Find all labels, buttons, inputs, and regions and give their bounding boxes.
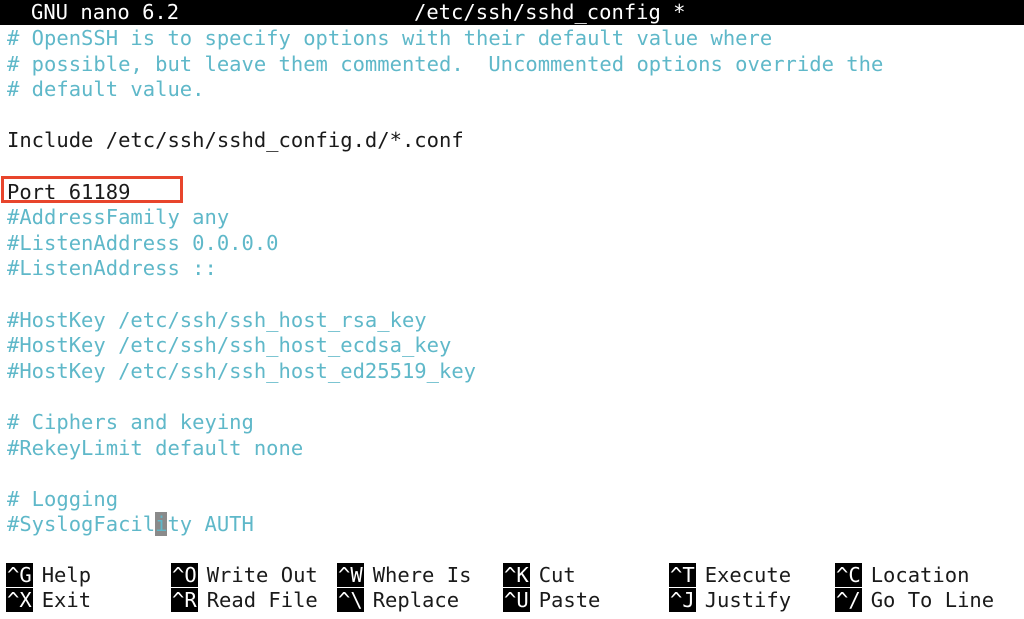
config-line[interactable]: Include /etc/ssh/sshd_config.d/*.conf xyxy=(7,128,883,154)
comment-line[interactable]: #ListenAddress :: xyxy=(7,256,883,282)
comment-line[interactable]: # default value. xyxy=(7,77,883,103)
shortcut-key: ^C xyxy=(835,563,862,587)
shortcut-location[interactable]: ^C Location xyxy=(835,563,969,588)
shortcut-label: Where Is xyxy=(372,563,472,587)
shortcut-cut[interactable]: ^K Cut xyxy=(503,563,576,588)
shortcut-label: Replace xyxy=(372,588,460,612)
shortcut-write-out[interactable]: ^O Write Out xyxy=(171,563,318,588)
shortcut-label: Exit xyxy=(41,588,92,612)
shortcut-label: Location xyxy=(870,563,970,587)
shortcut-read-file[interactable]: ^R Read File xyxy=(171,588,318,613)
shortcut-where-is[interactable]: ^W Where Is xyxy=(337,563,471,588)
text-cursor: i xyxy=(155,512,168,537)
shortcut-key: ^O xyxy=(171,563,198,587)
line-text: #SyslogFacil xyxy=(7,512,156,537)
shortcut-label: Help xyxy=(41,563,92,587)
shortcut-execute[interactable]: ^T Execute xyxy=(669,563,791,588)
shortcut-key: ^K xyxy=(503,563,530,587)
shortcut-replace[interactable]: ^\ Replace xyxy=(337,588,459,613)
comment-line[interactable]: # possible, but leave them commented. Un… xyxy=(7,52,883,78)
comment-line[interactable]: # Ciphers and keying xyxy=(7,410,883,436)
blank-line[interactable] xyxy=(7,384,883,410)
port-highlight-box xyxy=(1,176,183,203)
shortcut-exit[interactable]: ^X Exit xyxy=(6,588,91,613)
blank-line[interactable] xyxy=(7,103,883,129)
comment-line[interactable]: #SyslogFacility AUTH xyxy=(7,512,883,538)
comment-line[interactable]: # Logging xyxy=(7,487,883,513)
shortcut-key: ^G xyxy=(6,563,33,587)
shortcut-paste[interactable]: ^U Paste xyxy=(503,588,600,613)
shortcut-key: ^W xyxy=(337,563,364,587)
comment-line[interactable]: #RekeyLimit default none xyxy=(7,436,883,462)
shortcut-label: Cut xyxy=(538,563,576,587)
title-bar: GNU nano 6.2 /etc/ssh/sshd_config * xyxy=(0,0,1024,25)
shortcut-label: Paste xyxy=(538,588,601,612)
shortcut-key: ^\ xyxy=(337,588,364,612)
shortcut-label: Justify xyxy=(704,588,792,612)
shortcut-go-to-line[interactable]: ^/ Go To Line xyxy=(835,588,994,613)
shortcut-key: ^X xyxy=(6,588,33,612)
comment-line[interactable]: # OpenSSH is to specify options with the… xyxy=(7,26,883,52)
comment-line[interactable]: #AddressFamily any xyxy=(7,205,883,231)
app-name: GNU nano 6.2 xyxy=(31,0,180,24)
file-name: /etc/ssh/sshd_config * xyxy=(414,0,686,24)
shortcut-label: Read File xyxy=(206,588,318,612)
shortcut-justify[interactable]: ^J Justify xyxy=(669,588,791,613)
shortcut-label: Write Out xyxy=(206,563,318,587)
shortcut-help[interactable]: ^G Help xyxy=(6,563,91,588)
blank-line[interactable] xyxy=(7,282,883,308)
shortcut-label: Go To Line xyxy=(870,588,995,612)
shortcut-key: ^/ xyxy=(835,588,862,612)
line-text: ty AUTH xyxy=(167,512,254,537)
shortcut-key: ^T xyxy=(669,563,696,587)
blank-line[interactable] xyxy=(7,461,883,487)
editor-area[interactable]: # OpenSSH is to specify options with the… xyxy=(7,26,883,538)
shortcut-key: ^U xyxy=(503,588,530,612)
shortcut-label: Execute xyxy=(704,563,792,587)
shortcut-key: ^J xyxy=(669,588,696,612)
shortcut-key: ^R xyxy=(171,588,198,612)
comment-line[interactable]: #ListenAddress 0.0.0.0 xyxy=(7,231,883,257)
comment-line[interactable]: #HostKey /etc/ssh/ssh_host_ed25519_key xyxy=(7,359,883,385)
comment-line[interactable]: #HostKey /etc/ssh/ssh_host_ecdsa_key xyxy=(7,333,883,359)
comment-line[interactable]: #HostKey /etc/ssh/ssh_host_rsa_key xyxy=(7,308,883,334)
